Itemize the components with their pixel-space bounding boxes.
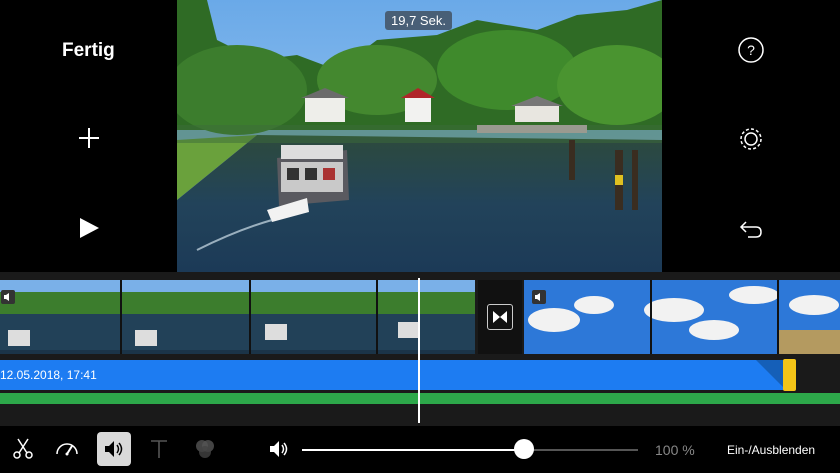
volume-icon (262, 432, 296, 466)
transition-icon (487, 304, 513, 330)
playhead[interactable] (418, 278, 420, 423)
filter-icon[interactable] (188, 432, 222, 466)
transition-button[interactable] (478, 280, 522, 354)
video-clip-2[interactable] (524, 280, 840, 354)
settings-icon[interactable] (737, 125, 765, 153)
speed-icon[interactable] (50, 432, 84, 466)
volume-tool-icon[interactable] (97, 432, 131, 466)
clip-mute-icon[interactable] (532, 290, 546, 304)
scissors-icon[interactable] (6, 432, 40, 466)
toolbar: 100 % Ein-/Ausblenden (0, 426, 840, 473)
video-clip-1[interactable] (0, 280, 475, 354)
duration-badge: 19,7 Sek. (385, 11, 452, 30)
done-button[interactable]: Fertig (62, 40, 115, 62)
audio-track-label: 12.05.2018, 17:41 (0, 368, 97, 382)
title-icon[interactable] (142, 432, 176, 466)
help-icon[interactable]: ? (737, 36, 765, 64)
fade-button[interactable]: Ein-/Ausblenden (727, 443, 815, 457)
volume-slider[interactable] (302, 449, 638, 451)
undo-icon[interactable] (737, 215, 765, 243)
right-controls: ? (662, 0, 840, 272)
play-icon[interactable] (76, 215, 102, 241)
timeline[interactable]: 12.05.2018, 17:41 (0, 272, 840, 426)
volume-slider-fill (302, 449, 524, 451)
background-audio-track[interactable] (0, 393, 840, 404)
clip-mute-icon[interactable] (1, 290, 15, 304)
audio-track[interactable]: 12.05.2018, 17:41 (0, 360, 786, 390)
volume-slider-knob[interactable] (513, 439, 534, 459)
audio-trim-handle[interactable] (783, 359, 796, 391)
volume-percent: 100 % (655, 442, 695, 458)
add-icon[interactable] (76, 125, 102, 151)
video-preview[interactable]: 19,7 Sek. (177, 0, 662, 272)
svg-text:?: ? (747, 42, 755, 58)
left-controls: Fertig (0, 0, 177, 272)
